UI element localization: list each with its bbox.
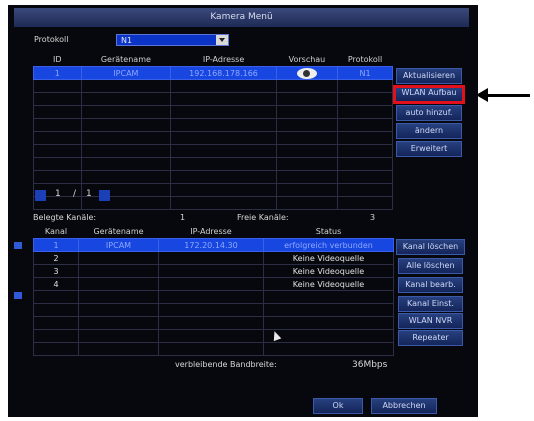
cell-ip: 172.20.14.30	[158, 238, 264, 252]
cell-channel: 2	[33, 251, 79, 265]
protocol-label: Protokoll	[34, 35, 69, 44]
table-row[interactable]	[33, 170, 393, 184]
table-row[interactable]: 1 IPCAM 192.168.178.166 N1	[33, 66, 393, 80]
used-channels-label: Belegte Kanäle:	[33, 213, 97, 222]
table-row[interactable]	[33, 316, 394, 330]
cell-channel: 4	[33, 277, 79, 291]
table-row[interactable]	[33, 92, 393, 106]
table-row[interactable]	[33, 329, 394, 343]
cell-id: 1	[33, 66, 82, 80]
bandwidth-label: verbleibende Bandbreite:	[175, 360, 277, 369]
column-header: Vorschau	[288, 55, 326, 64]
bandwidth-value: 36Mbps	[352, 360, 388, 370]
edit-channel-button[interactable]: Kanal bearb.	[398, 277, 463, 293]
column-header: IP-Adresse	[202, 55, 245, 64]
advanced-button[interactable]: Erweitert	[396, 141, 462, 157]
arrow-shaft	[487, 94, 530, 97]
delete-all-button[interactable]: Alle löschen	[398, 258, 463, 274]
cell-status: Keine Videoquelle	[263, 251, 394, 265]
column-header: IP-Adresse	[190, 227, 232, 236]
table-row[interactable]	[33, 157, 393, 171]
cell-device-name	[78, 277, 159, 291]
wlan-setup-button[interactable]: WLAN Aufbau	[393, 85, 465, 104]
protocol-select[interactable]: N1	[116, 34, 229, 46]
camera-table: ID Gerätename IP-Adresse Vorschau Protok…	[33, 53, 393, 210]
column-header: ID	[52, 55, 62, 64]
cell-device-name: IPCAM	[78, 238, 159, 252]
ok-button[interactable]: Ok	[313, 398, 363, 414]
auto-add-button[interactable]: auto hinzuf.	[396, 105, 462, 121]
cell-device-name: IPCAM	[80, 66, 172, 80]
column-header: Protokoll	[347, 55, 383, 64]
cell-device-name	[78, 251, 159, 265]
cell-status: Keine Videoquelle	[263, 277, 394, 291]
refresh-button[interactable]: Aktualisieren	[396, 68, 462, 84]
cell-channel: 1	[33, 238, 79, 252]
table-row[interactable]	[33, 144, 393, 158]
chevron-down-icon[interactable]	[216, 35, 228, 45]
column-header: Status	[315, 227, 342, 236]
free-channels-value: 3	[370, 213, 376, 222]
cell-ip	[158, 251, 264, 265]
table-row[interactable]	[33, 131, 393, 145]
table-row[interactable]	[33, 118, 393, 132]
row-marker	[14, 242, 22, 249]
repeater-button[interactable]: Repeater	[398, 330, 463, 346]
table-row[interactable]	[33, 290, 394, 304]
table-row[interactable]	[33, 303, 394, 317]
table-row[interactable]	[33, 79, 393, 93]
delete-channel-button[interactable]: Kanal löschen	[396, 239, 465, 255]
channel-settings-button[interactable]: Kanal Einst.	[398, 296, 463, 312]
pager-total: 1	[86, 189, 92, 199]
used-channels-value: 1	[180, 213, 186, 222]
column-header: Kanal	[44, 227, 68, 236]
dialog-title: Kamera Menü	[14, 8, 469, 27]
cell-ip	[158, 277, 264, 291]
table-row[interactable]: 3 Keine Videoquelle	[33, 264, 394, 278]
table-row[interactable]: 2 Keine Videoquelle	[33, 251, 394, 265]
eye-icon[interactable]	[296, 67, 317, 79]
pager-current: 1	[55, 189, 61, 199]
cancel-button[interactable]: Abbrechen	[371, 398, 437, 414]
table-row[interactable]: 1 IPCAM 172.20.14.30 erfolgreich verbund…	[33, 238, 394, 252]
cell-protocol: N1	[337, 66, 393, 80]
next-page-button[interactable]	[99, 190, 110, 201]
prev-page-button[interactable]	[35, 190, 46, 201]
table-row[interactable]	[33, 105, 393, 119]
table-row[interactable]: 4 Keine Videoquelle	[33, 277, 394, 291]
cell-channel: 3	[33, 264, 79, 278]
pager-separator: /	[73, 189, 77, 199]
column-header: Gerätename	[93, 227, 144, 236]
table-row[interactable]	[33, 342, 394, 356]
cell-status: erfolgreich verbunden	[263, 238, 394, 252]
column-header: Gerätename	[100, 55, 151, 64]
cell-preview[interactable]	[275, 66, 339, 80]
row-marker	[14, 292, 22, 299]
change-button[interactable]: ändern	[396, 123, 462, 139]
channel-table: Kanal Gerätename IP-Adresse Status 1 IPC…	[33, 225, 394, 356]
cell-ip	[158, 264, 264, 278]
protocol-select-value: N1	[121, 36, 133, 45]
cell-status: Keine Videoquelle	[263, 264, 394, 278]
cell-device-name	[78, 264, 159, 278]
wlan-nvr-button[interactable]: WLAN NVR	[398, 313, 463, 329]
free-channels-label: Freie Kanäle:	[237, 213, 289, 222]
cell-ip: 192.168.178.166	[170, 66, 277, 80]
